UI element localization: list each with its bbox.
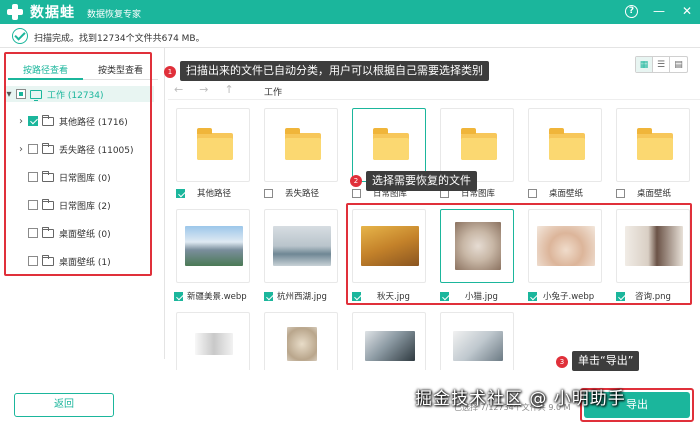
step-2-badge: 2 — [350, 175, 362, 187]
landscape-thumbnail — [185, 226, 243, 266]
logo-cross-icon — [6, 3, 24, 21]
minimize-icon[interactable]: — — [652, 4, 666, 18]
step-3-badge: 3 — [556, 356, 568, 368]
annotation-box-images — [346, 203, 692, 305]
app-name: 数据蛙 — [30, 5, 75, 21]
up-arrow-icon[interactable]: ↑ — [224, 83, 233, 96]
title-bar: 数据蛙 数据恢复专家 ? — ✕ — [0, 0, 700, 24]
image-card[interactable] — [176, 312, 250, 370]
file-checkbox[interactable] — [352, 188, 361, 198]
lake-thumbnail — [273, 226, 331, 266]
folder-card[interactable] — [176, 108, 250, 182]
view-mode-switch: ▦ ☰ ▤ — [635, 56, 688, 73]
list-view-icon[interactable]: ☰ — [653, 57, 670, 72]
folder-card[interactable] — [264, 108, 338, 182]
image-card[interactable] — [176, 209, 250, 283]
desk-thumbnail — [453, 331, 503, 361]
detail-view-icon[interactable]: ▤ — [670, 57, 687, 72]
breadcrumb: 工作 — [264, 88, 283, 98]
file-checkbox[interactable] — [174, 291, 183, 301]
grid-view-icon[interactable]: ▦ — [636, 57, 653, 72]
file-checkbox[interactable] — [264, 291, 273, 301]
watermark: 掘金技术社区 @ 小明助手 — [415, 389, 626, 409]
scan-status-text: 扫描完成。找到12734个文件共674 MB。 — [34, 34, 205, 44]
step-3-callout: 单击“导出” — [572, 351, 640, 371]
image-card[interactable] — [264, 209, 338, 283]
keychain-thumbnail — [195, 333, 233, 355]
back-arrow-icon[interactable]: ← — [174, 83, 183, 96]
help-icon[interactable]: ? — [625, 4, 638, 18]
step-2-callout: 选择需要恢复的文件 — [366, 171, 477, 191]
file-name: 新疆美景.webp — [187, 292, 247, 302]
file-name: 杭州西湖.jpg — [277, 292, 327, 302]
file-name: 其他路径 — [197, 189, 232, 199]
scan-status-bar: 扫描完成。找到12734个文件共674 MB。 — [0, 24, 700, 48]
image-label[interactable]: 杭州西湖.jpg — [264, 289, 327, 303]
folder-icon — [549, 128, 585, 160]
app-logo: 数据蛙 数据恢复专家 — [6, 2, 141, 22]
file-checkbox[interactable] — [616, 188, 625, 198]
annotation-box-sidebar — [4, 52, 152, 276]
image-card[interactable] — [440, 312, 514, 370]
app-subtitle: 数据恢复专家 — [87, 9, 142, 20]
check-circle-icon — [12, 28, 28, 44]
folder-label[interactable]: 丢失路径 — [264, 186, 319, 200]
image-card[interactable] — [264, 312, 338, 370]
forward-arrow-icon[interactable]: → — [199, 83, 208, 96]
file-name: 丢失路径 — [285, 189, 320, 199]
folder-icon — [285, 128, 321, 160]
path-navigation: ← → ↑ 工作 — [168, 80, 700, 100]
image-label[interactable]: 新疆美景.webp — [174, 289, 247, 303]
laptop-thumbnail — [365, 331, 415, 361]
folder-card[interactable] — [616, 108, 690, 182]
folder-icon — [373, 128, 409, 160]
file-checkbox[interactable] — [528, 188, 537, 198]
back-button[interactable]: 返回 — [14, 393, 114, 417]
file-checkbox[interactable] — [176, 188, 185, 198]
folder-icon — [637, 128, 673, 160]
pet-thumbnail — [287, 327, 317, 361]
folder-icon — [461, 128, 497, 160]
file-name: 桌面壁纸 — [549, 189, 584, 199]
folder-label[interactable]: 其他路径 — [176, 186, 231, 200]
folder-icon — [197, 128, 233, 160]
folder-label[interactable]: 桌面壁纸 — [616, 186, 671, 200]
folder-label[interactable]: 桌面壁纸 — [528, 186, 583, 200]
step-1-badge: 1 — [164, 66, 176, 78]
step-1-callout: 扫描出来的文件已自动分类，用户可以根据自己需要选择类别 — [180, 61, 489, 81]
close-icon[interactable]: ✕ — [680, 4, 694, 18]
file-name: 桌面壁纸 — [637, 189, 672, 199]
file-checkbox[interactable] — [264, 188, 273, 198]
image-card[interactable] — [352, 312, 426, 370]
folder-card[interactable] — [528, 108, 602, 182]
